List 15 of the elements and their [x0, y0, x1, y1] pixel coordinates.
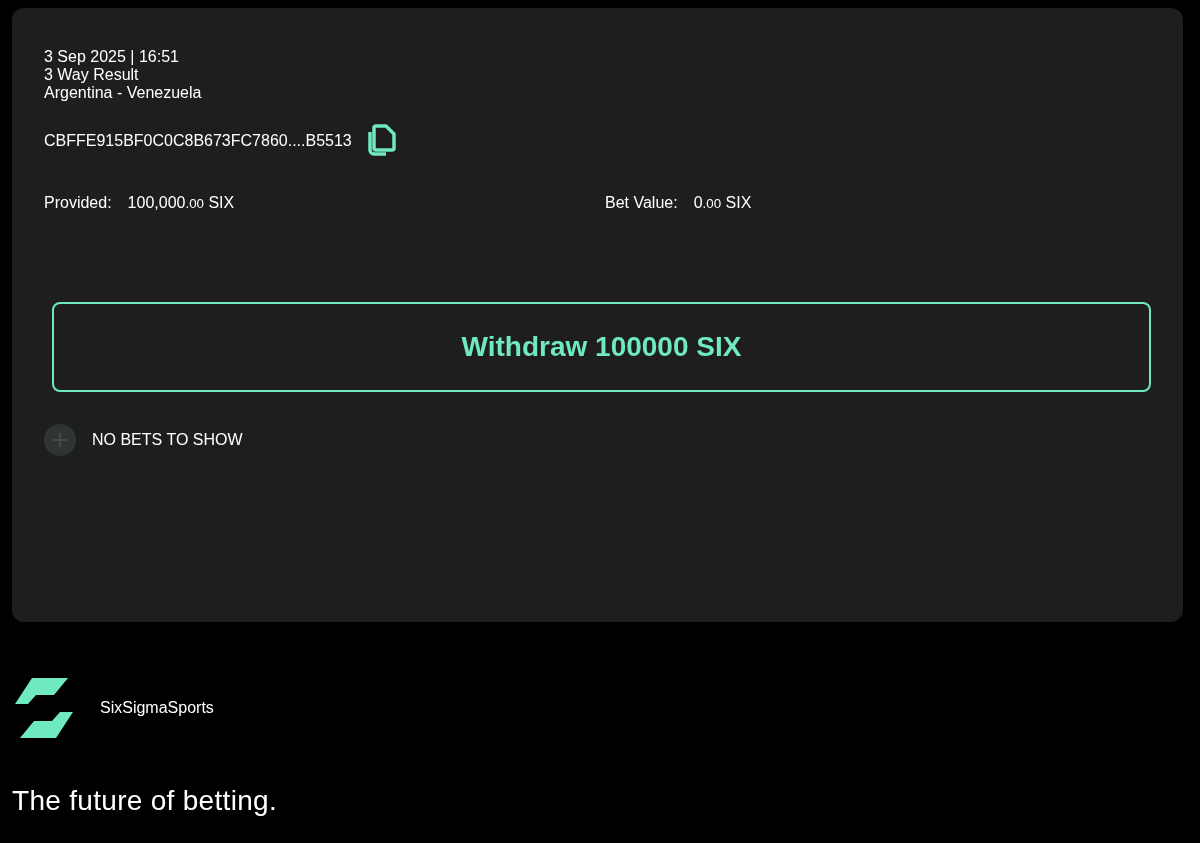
- logo-icon: [12, 677, 76, 739]
- withdraw-button[interactable]: Withdraw 100000 SIX: [52, 302, 1151, 392]
- amount-value: 0.00 SIX: [693, 194, 752, 212]
- event-name: Argentina - Venezuela: [44, 84, 203, 102]
- amount-label: Bet Value:: [605, 194, 678, 212]
- market-title: 3 Way Result: [44, 66, 140, 84]
- transaction-hash: CBFFE915BF0C0C8B673FC7860....B5513: [44, 132, 352, 150]
- plus-icon: [44, 424, 76, 456]
- amount-label: Provided:: [44, 194, 112, 212]
- brand-name: SixSigmaSports: [100, 699, 214, 717]
- amount-value: 100,000.00 SIX: [127, 194, 235, 212]
- tagline: The future of betting.: [12, 785, 278, 817]
- copy-icon[interactable]: [365, 124, 398, 158]
- empty-message: NO BETS TO SHOW: [92, 431, 243, 449]
- date-time: 3 Sep 2025 | 16:51: [44, 48, 180, 66]
